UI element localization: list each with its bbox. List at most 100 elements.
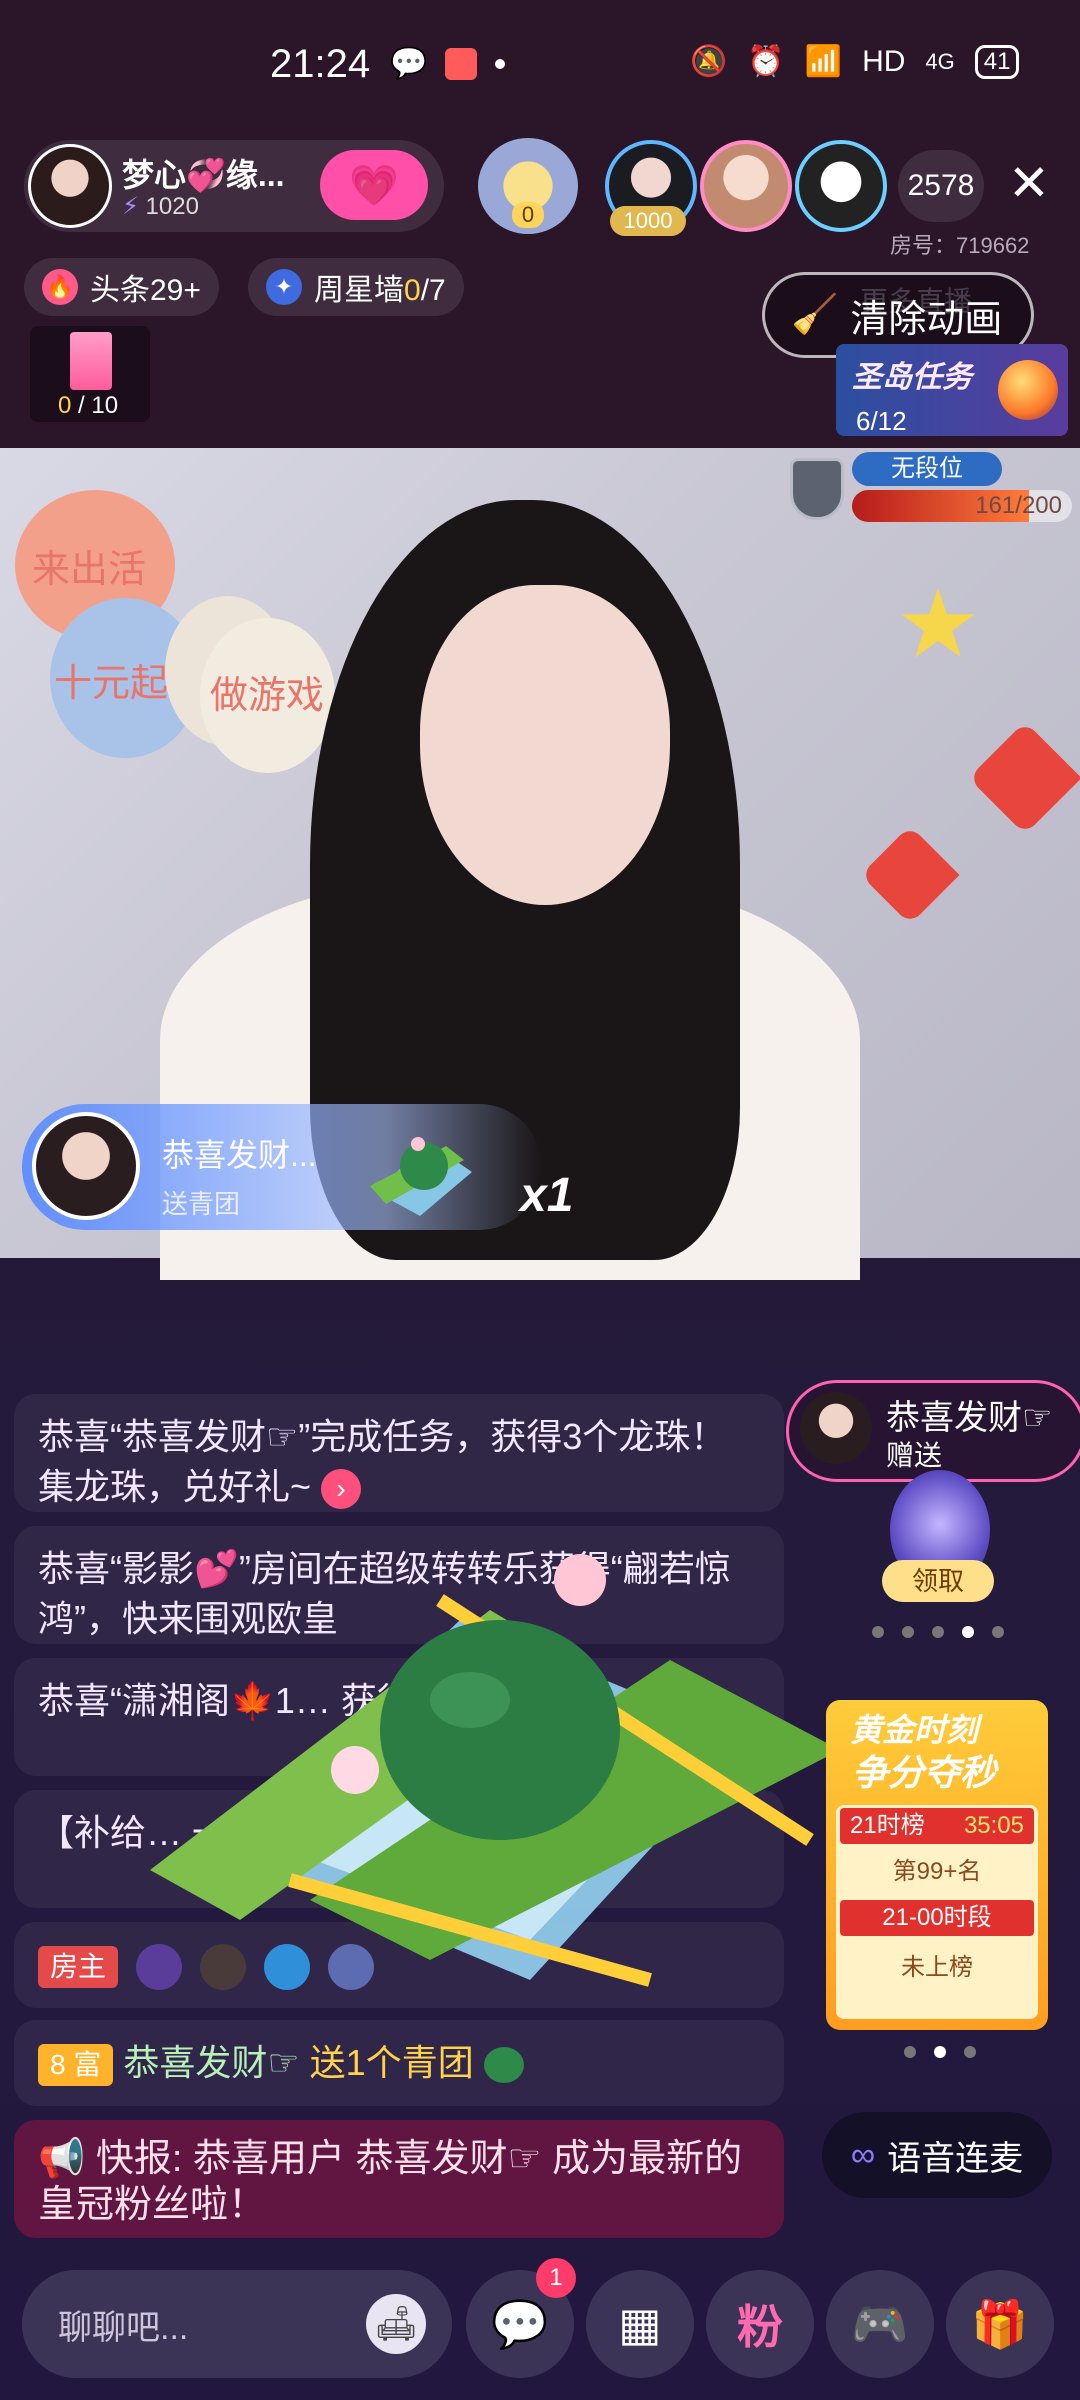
- dot-icon: [495, 58, 506, 69]
- gift-toast-avatar: [32, 1112, 140, 1220]
- battery-icon: 41: [974, 44, 1020, 79]
- star-sticker-icon: ★: [895, 571, 982, 678]
- arrow-right-icon[interactable]: ›: [321, 1469, 362, 1510]
- claim-button[interactable]: 领取: [882, 1560, 994, 1602]
- broadcast-news[interactable]: 📢 快报: 恭喜用户 恭喜发财☞ 成为最新的皇冠粉丝啦！: [14, 2120, 784, 2238]
- carousel-dots: [904, 2046, 976, 2058]
- carousel-dot-active: [934, 2046, 946, 2058]
- carousel-dot: [872, 1626, 884, 1638]
- shield-icon: [790, 458, 844, 520]
- chat-message[interactable]: 8 富 恭喜发财☞ 送1个青团: [14, 2020, 784, 2106]
- grid-icon: ▦: [618, 2298, 662, 2350]
- sofa-icon[interactable]: 🛋: [366, 2294, 426, 2354]
- weekly-star-value: 0: [404, 274, 421, 307]
- game-button[interactable]: 🎮: [826, 2270, 934, 2378]
- top-viewer-badge: 1000: [610, 206, 686, 236]
- wechat-icon: 💬: [390, 47, 428, 80]
- owner-role-badge: 房主: [38, 1946, 119, 1989]
- slot-status: 未上榜: [901, 1954, 973, 1981]
- gift-card-progress: 0 / 10: [58, 392, 118, 420]
- fan-club-button[interactable]: 粉: [706, 2270, 814, 2378]
- room-number: 房号：719662: [890, 233, 1030, 258]
- link-icon: ∞: [850, 2135, 876, 2174]
- broom-icon: 🧹: [791, 294, 839, 336]
- balloon-text-2: 十元起: [54, 663, 169, 705]
- signal-label: 4G: [925, 48, 955, 74]
- host-avatar[interactable]: [28, 144, 112, 228]
- voice-link-button[interactable]: ∞ 语音连麦: [822, 2112, 1052, 2198]
- gift-multiplier: x1: [520, 1169, 574, 1222]
- top-viewer-avatar-3[interactable]: [795, 140, 887, 232]
- carousel-dot: [964, 2046, 976, 2058]
- fire-icon: 🔥: [42, 269, 78, 305]
- carousel-dot: [902, 1626, 914, 1638]
- carousel-dots: [872, 1626, 1004, 1638]
- headline-chip[interactable]: 🔥 头条29+: [24, 258, 219, 316]
- weekly-star-total: /7: [420, 274, 446, 307]
- host-name: 梦心💞缘...: [122, 157, 285, 193]
- top-viewer-avatar-2[interactable]: [700, 140, 792, 232]
- weekly-star-chip[interactable]: ✦ 周星墙0/7: [248, 258, 464, 316]
- close-icon[interactable]: ✕: [1008, 158, 1050, 208]
- time-slot: 21-00时段: [840, 1900, 1034, 1936]
- chat-input[interactable]: 聊聊吧... 🛋: [22, 2270, 452, 2378]
- gift-card-icon: [70, 332, 112, 390]
- message-icon: 💬: [491, 2297, 549, 2350]
- headline-label: 头条29+: [90, 274, 201, 307]
- carousel-dot: [932, 1626, 944, 1638]
- game-icon: 🎮: [851, 2297, 909, 2350]
- app-icon: [445, 47, 478, 80]
- gift-card-current: 0: [58, 392, 72, 419]
- qingtuan-gift-icon: [370, 1137, 472, 1216]
- gift-notice-name: 恭喜发财☞: [886, 1399, 1053, 1437]
- rank-progress-value: 161/200: [975, 492, 1062, 519]
- system-icons: 🔕 ⏰ 📶 HD 4G 41: [690, 44, 1020, 79]
- notification-icons: 💬: [390, 46, 506, 81]
- viewer-count[interactable]: 2578: [898, 150, 984, 222]
- wealth-level-badge: 8 富: [38, 2044, 114, 2087]
- wifi-icon: 📶: [804, 45, 843, 78]
- gift-icon: 🎁: [971, 2297, 1029, 2350]
- carousel-dot: [992, 1626, 1004, 1638]
- gift-button[interactable]: 🎁: [946, 2270, 1054, 2378]
- weekly-star-label: 周星墙: [314, 274, 404, 307]
- gift-toast-action: 送青团: [162, 1189, 241, 1219]
- hour-list-row: 21时榜 35:05: [840, 1808, 1034, 1844]
- chat-user[interactable]: 恭喜发财☞: [123, 2042, 299, 2083]
- island-task-progress: 6/12: [856, 406, 907, 436]
- more-apps-button[interactable]: ▦: [586, 2270, 694, 2378]
- chat-input-placeholder: 聊聊吧...: [58, 2308, 189, 2347]
- weekly-star-text: 周星墙0/7: [314, 265, 446, 309]
- chat-message[interactable]: 恭喜“恭喜发财☞”完成任务，获得3个龙珠！集龙珠，兑好礼~ ›: [14, 1394, 784, 1512]
- message-badge: 1: [536, 2258, 576, 2298]
- fan-label: 粉: [737, 2301, 783, 2353]
- carousel-dot: [904, 2046, 916, 2058]
- gift-notice-action: 赠送: [886, 1440, 943, 1471]
- balloon-text-3: 做游戏: [210, 675, 325, 717]
- carousel-dot-active: [962, 1626, 974, 1638]
- alarm-icon: ⏰: [747, 45, 785, 78]
- chat-gift-action: 送1个青团: [309, 2042, 474, 2083]
- streamer-face: [420, 585, 670, 905]
- status-bar: 21:24 💬 🔕 ⏰ 📶 HD 4G 41: [0, 0, 1080, 132]
- chat-message-text: 恭喜“恭喜发财☞”完成任务，获得3个龙珠！集龙珠，兑好礼~: [38, 1416, 727, 1507]
- voice-link-label: 语音连麦: [887, 2139, 1024, 2178]
- heart-plus-icon: 💗: [349, 163, 399, 208]
- rank-level-name[interactable]: 无段位: [852, 452, 1002, 486]
- golden-hour-subtitle: 争分夺秒: [852, 1752, 997, 1793]
- qingtuan-gift-icon: [483, 2047, 524, 2084]
- host-fan-count: ⚡ 1020: [122, 192, 199, 221]
- countdown: 35:05: [963, 1812, 1024, 1839]
- clear-animation-label: 清除动画: [850, 298, 1003, 341]
- gift-toast-name: 恭喜发财...: [162, 1137, 317, 1173]
- mute-icon: 🔕: [690, 45, 728, 78]
- balloon-text-1: 来出活: [32, 549, 147, 591]
- orb-icon: [998, 360, 1058, 420]
- host-fans-value: 1020: [145, 193, 199, 220]
- rank-count: 0: [511, 202, 545, 228]
- room-rank-badge[interactable]: 0: [478, 138, 578, 234]
- follow-button[interactable]: 💗: [320, 150, 428, 220]
- island-task-title: 圣岛任务: [852, 361, 972, 394]
- live-room-screen: 21:24 💬 🔕 ⏰ 📶 HD 4G 41 梦心💞缘... ⚡ 1020 💗 …: [0, 0, 1080, 2400]
- hour-list-label: 21时榜: [850, 1812, 925, 1839]
